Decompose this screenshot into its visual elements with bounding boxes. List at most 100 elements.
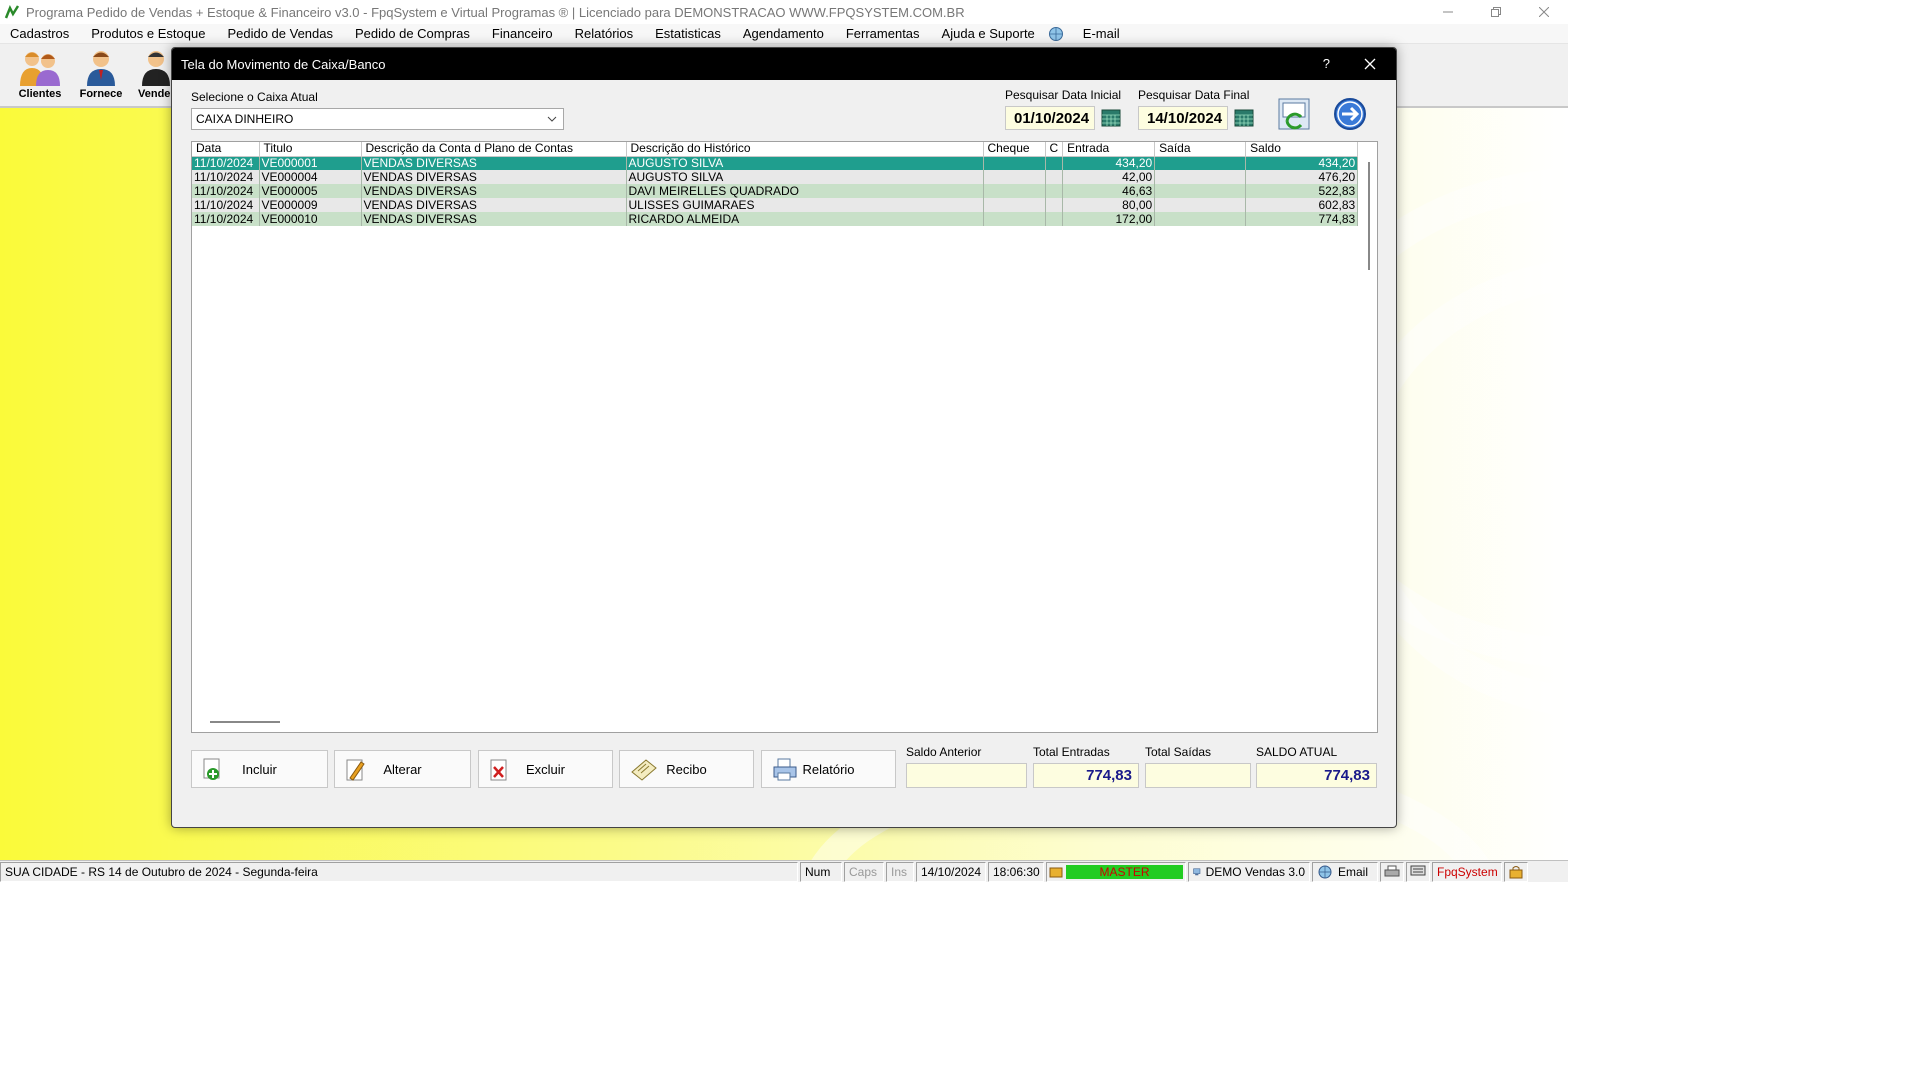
cell-entrada: 172,00 bbox=[1062, 212, 1156, 226]
data-final-input[interactable]: 14/10/2024 bbox=[1138, 106, 1228, 130]
cell-saldo: 774,83 bbox=[1245, 212, 1359, 226]
recibo-button[interactable]: Recibo bbox=[619, 750, 754, 788]
printer-icon bbox=[1384, 865, 1400, 876]
cell-data: 11/10/2024 bbox=[192, 198, 260, 212]
calendar-icon[interactable] bbox=[1101, 109, 1121, 127]
globe-icon[interactable] bbox=[1047, 26, 1065, 42]
cell-saida bbox=[1154, 170, 1247, 184]
toolbar-clientes-button[interactable]: Clientes bbox=[10, 48, 70, 106]
cell-entrada: 80,00 bbox=[1062, 198, 1156, 212]
total-entradas-value: 774,83 bbox=[1033, 763, 1139, 788]
cell-descricao-conta: VENDAS DIVERSAS bbox=[361, 198, 627, 212]
cell-descricao-conta: VENDAS DIVERSAS bbox=[361, 212, 627, 226]
caixa-select-value: CAIXA DINHEIRO bbox=[196, 112, 294, 126]
dialog-close-icon[interactable] bbox=[1362, 56, 1378, 72]
table-row[interactable]: 11/10/2024 VE000001 VENDAS DIVERSAS AUGU… bbox=[192, 156, 1359, 170]
caixa-label: Selecione o Caixa Atual bbox=[191, 90, 318, 104]
total-saidas-label: Total Saídas bbox=[1145, 745, 1212, 759]
incluir-button[interactable]: Incluir bbox=[191, 750, 328, 788]
cell-cheque bbox=[983, 198, 1046, 212]
status-email-text: Email bbox=[1338, 864, 1369, 879]
table-row[interactable]: 11/10/2024 VE000009 VENDAS DIVERSAS ULIS… bbox=[192, 198, 1359, 212]
next-arrow-icon[interactable] bbox=[1333, 97, 1367, 131]
seller-icon bbox=[142, 51, 170, 86]
menu-relatorios[interactable]: Relatórios bbox=[575, 26, 634, 41]
cell-cheque bbox=[983, 184, 1046, 198]
status-user-name: MASTER bbox=[1066, 864, 1183, 879]
table-row[interactable]: 11/10/2024 VE000005 VENDAS DIVERSAS DAVI… bbox=[192, 184, 1359, 198]
col-descricao-conta[interactable]: Descrição da Conta d Plano de Contas bbox=[361, 142, 627, 157]
cell-entrada: 42,00 bbox=[1062, 170, 1156, 184]
restore-button[interactable] bbox=[1472, 0, 1520, 24]
status-email[interactable]: Email bbox=[1312, 861, 1378, 882]
vertical-scrollbar[interactable] bbox=[1368, 162, 1370, 270]
movements-grid[interactable]: Data Titulo Descrição da Conta d Plano d… bbox=[191, 141, 1378, 733]
col-saida[interactable]: Saída bbox=[1154, 142, 1247, 157]
cell-saida bbox=[1154, 184, 1247, 198]
col-entrada[interactable]: Entrada bbox=[1062, 142, 1156, 157]
relatorio-label: Relatório bbox=[802, 761, 855, 777]
menu-bar: Cadastros Produtos e Estoque Pedido de V… bbox=[0, 24, 1568, 44]
window-titlebar: Programa Pedido de Vendas + Estoque & Fi… bbox=[0, 0, 1568, 24]
status-print[interactable] bbox=[1380, 861, 1404, 882]
alterar-button[interactable]: Alterar bbox=[334, 750, 471, 788]
menu-estatisticas[interactable]: Estatisticas bbox=[655, 26, 721, 41]
refresh-button[interactable] bbox=[1277, 97, 1311, 131]
app-logo-icon bbox=[4, 4, 20, 19]
cell-descricao-historico: DAVI MEIRELLES QUADRADO bbox=[626, 184, 984, 198]
col-c[interactable]: C bbox=[1045, 142, 1064, 157]
menu-ferramentas[interactable]: Ferramentas bbox=[846, 26, 920, 41]
cell-c bbox=[1045, 170, 1064, 184]
relatorio-button[interactable]: Relatório bbox=[761, 750, 896, 788]
cell-descricao-conta: VENDAS DIVERSAS bbox=[361, 170, 627, 184]
cell-descricao-historico: AUGUSTO SILVA bbox=[626, 156, 984, 170]
cell-saldo: 522,83 bbox=[1245, 184, 1359, 198]
calendar-icon[interactable] bbox=[1234, 109, 1254, 127]
menu-pedido-compras[interactable]: Pedido de Compras bbox=[355, 26, 470, 41]
cell-data: 11/10/2024 bbox=[192, 212, 260, 226]
cell-titulo: VE000004 bbox=[259, 170, 362, 184]
close-window-button[interactable] bbox=[1520, 0, 1568, 24]
minimize-icon bbox=[1443, 11, 1453, 13]
status-date: 14/10/2024 bbox=[916, 861, 986, 882]
menu-pedido-vendas[interactable]: Pedido de Vendas bbox=[227, 26, 333, 41]
excluir-label: Excluir bbox=[525, 761, 565, 777]
toolbar-vende-button[interactable]: Vende bbox=[132, 48, 172, 106]
excluir-button[interactable]: Excluir bbox=[478, 750, 613, 788]
status-caps: Caps bbox=[844, 861, 884, 882]
total-saidas-value bbox=[1145, 763, 1251, 788]
col-data[interactable]: Data bbox=[192, 142, 260, 157]
status-ins: Ins bbox=[886, 861, 914, 882]
cell-titulo: VE000009 bbox=[259, 198, 362, 212]
table-row[interactable]: 11/10/2024 VE000004 VENDAS DIVERSAS AUGU… bbox=[192, 170, 1359, 184]
menu-cadastros[interactable]: Cadastros bbox=[10, 26, 69, 41]
data-inicial-label: Pesquisar Data Inicial bbox=[1005, 88, 1122, 102]
caixa-select[interactable]: CAIXA DINHEIRO bbox=[191, 108, 564, 130]
cell-c bbox=[1045, 212, 1064, 226]
menu-email[interactable]: E-mail bbox=[1083, 26, 1120, 41]
col-descricao-historico[interactable]: Descrição do Histórico bbox=[626, 142, 984, 157]
menu-produtos-estoque[interactable]: Produtos e Estoque bbox=[91, 26, 205, 41]
minimize-button[interactable] bbox=[1424, 0, 1472, 24]
menu-financeiro[interactable]: Financeiro bbox=[492, 26, 553, 41]
help-button[interactable]: ? bbox=[1323, 56, 1330, 71]
cell-entrada: 46,63 bbox=[1062, 184, 1156, 198]
table-row[interactable]: 11/10/2024 VE000010 VENDAS DIVERSAS RICA… bbox=[192, 212, 1359, 226]
col-titulo[interactable]: Titulo bbox=[259, 142, 362, 157]
cell-titulo: VE000001 bbox=[259, 156, 362, 170]
status-monitor[interactable] bbox=[1406, 861, 1430, 882]
total-entradas-label: Total Entradas bbox=[1033, 745, 1110, 759]
menu-ajuda-suporte[interactable]: Ajuda e Suporte bbox=[942, 26, 1035, 41]
col-cheque[interactable]: Cheque bbox=[983, 142, 1046, 157]
cell-saida bbox=[1154, 212, 1247, 226]
data-inicial-input[interactable]: 01/10/2024 bbox=[1005, 106, 1095, 130]
horizontal-scrollbar[interactable] bbox=[210, 721, 280, 723]
status-lock bbox=[1504, 861, 1528, 882]
toolbar-clientes-label: Clientes bbox=[18, 88, 62, 100]
menu-agendamento[interactable]: Agendamento bbox=[743, 26, 824, 41]
recibo-label: Recibo bbox=[666, 761, 707, 777]
chevron-down-icon bbox=[547, 116, 557, 122]
toolbar-fornece-button[interactable]: Fornece bbox=[71, 48, 131, 106]
col-saldo[interactable]: Saldo bbox=[1245, 142, 1359, 157]
cell-data: 11/10/2024 bbox=[192, 184, 260, 198]
